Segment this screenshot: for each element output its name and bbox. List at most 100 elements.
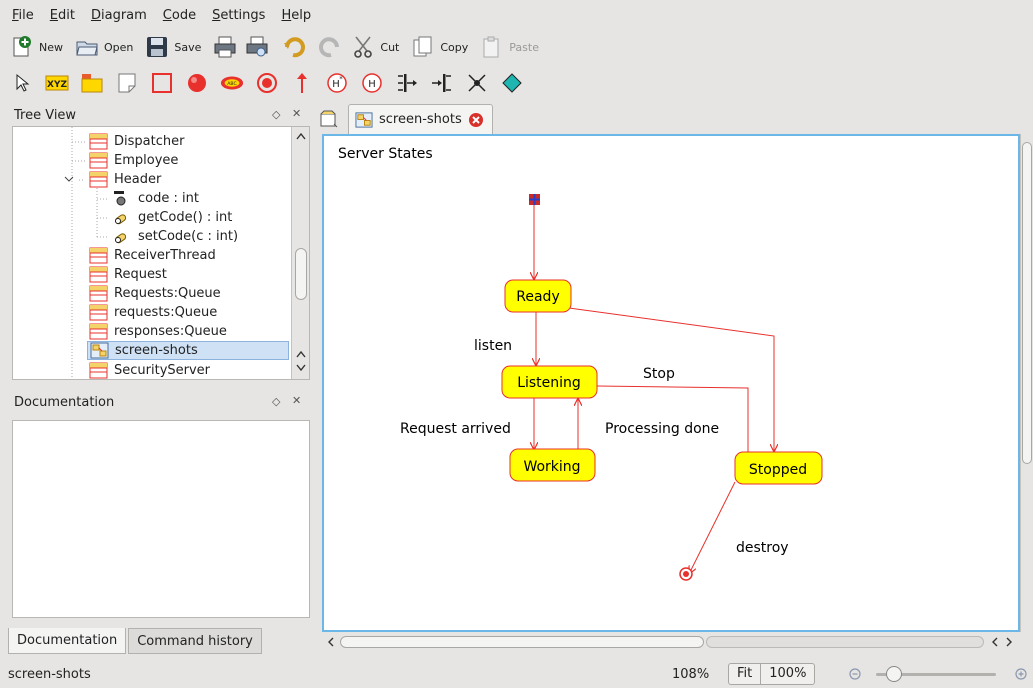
tab-documentation[interactable]: Documentation — [8, 628, 127, 654]
menu-edit[interactable]: Edit — [50, 8, 75, 23]
zoom-buttons: Fit 100% — [728, 663, 816, 685]
paste-icon — [483, 36, 499, 58]
shallow-history-icon[interactable]: H — [360, 71, 384, 95]
tree-view[interactable]: Dispatcher Employee Header code : int ge… — [12, 126, 310, 380]
choice-icon[interactable] — [500, 71, 524, 95]
tree-item[interactable]: getCode() : int — [113, 208, 232, 227]
state-working[interactable]: Working — [509, 448, 596, 482]
tree-item-label: Request — [114, 267, 167, 282]
state-ready[interactable]: Ready — [504, 279, 572, 313]
zoom-100-button[interactable]: 100% — [761, 664, 814, 684]
new-diagram-tab-icon[interactable] — [318, 108, 340, 130]
zoom-slider-handle[interactable] — [886, 666, 902, 682]
class-icon — [89, 171, 108, 188]
tree-item[interactable]: Header — [89, 170, 161, 189]
menu-diagram[interactable]: Diagram — [91, 8, 147, 23]
save-button[interactable]: Save — [145, 35, 201, 59]
canvas-hscroll-thumb[interactable] — [340, 636, 704, 648]
state-diagram: Server States Ready Listening Working St… — [338, 146, 823, 581]
tree-item[interactable]: code : int — [113, 189, 199, 208]
tree-item[interactable]: Requests:Queue — [89, 284, 221, 303]
tree-item[interactable]: Request — [89, 265, 167, 284]
tree-item-label: requests:Queue — [114, 305, 218, 320]
float-dock-icon[interactable]: ◇ — [272, 108, 280, 121]
transition-arrow-icon[interactable] — [290, 71, 314, 95]
open-button[interactable]: Open — [75, 35, 133, 59]
tree-item[interactable]: ReceiverThread — [89, 246, 216, 265]
tree-item[interactable]: setCode(c : int) — [113, 227, 238, 246]
transition-label-listen: listen — [474, 338, 512, 354]
note-icon[interactable] — [115, 71, 139, 95]
deep-history-icon[interactable]: H * — [325, 71, 349, 95]
close-tab-icon[interactable] — [468, 112, 484, 128]
menu-code[interactable]: Code — [163, 8, 196, 23]
activity-icon[interactable]: ABC — [220, 71, 244, 95]
initial-state-icon[interactable] — [185, 71, 209, 95]
junction-icon[interactable] — [465, 71, 489, 95]
close-dock-icon[interactable]: ✕ — [292, 394, 301, 407]
print-icon[interactable] — [213, 35, 237, 59]
scroll-left-icon[interactable] — [326, 637, 336, 647]
tab-command-history[interactable]: Command history — [128, 628, 262, 654]
tab-screen-shots[interactable]: screen-shots — [348, 104, 493, 134]
final-state[interactable] — [679, 567, 693, 581]
documentation-text-area[interactable] — [12, 420, 310, 618]
tree-item-label: getCode() : int — [138, 210, 233, 225]
zoom-fit-button[interactable]: Fit — [729, 664, 762, 684]
class-icon — [89, 285, 108, 302]
tree-item-label: Employee — [114, 153, 179, 168]
tree-item-label: screen-shots — [115, 343, 198, 358]
status-text: screen-shots — [8, 667, 91, 682]
cut-button[interactable]: Cut — [351, 35, 399, 59]
box-icon[interactable] — [150, 71, 174, 95]
redo-icon[interactable] — [317, 35, 341, 59]
class-icon — [89, 304, 108, 321]
state-label: Stopped — [749, 462, 807, 478]
canvas-vscroll-thumb[interactable] — [1022, 142, 1032, 464]
undo-icon[interactable] — [283, 35, 307, 59]
attribute-icon — [114, 191, 126, 206]
new-button[interactable]: New — [10, 35, 63, 59]
scroll-up-icon[interactable] — [295, 131, 307, 141]
menu-file[interactable]: File — [12, 8, 34, 23]
class-xyz-icon[interactable]: XYZ — [45, 71, 69, 95]
close-dock-icon[interactable]: ✕ — [292, 107, 301, 120]
final-state-icon[interactable] — [255, 71, 279, 95]
print-preview-icon[interactable] — [245, 35, 269, 59]
scroll-down-icon[interactable] — [295, 363, 307, 373]
float-dock-icon[interactable]: ◇ — [272, 395, 280, 408]
scroll-up-icon[interactable] — [295, 349, 307, 359]
tree-scroll-thumb[interactable] — [295, 248, 307, 300]
copy-label: Copy — [440, 40, 469, 54]
class-icon — [89, 362, 108, 379]
paste-label: Paste — [509, 40, 539, 54]
tree-item[interactable]: responses:Queue — [89, 322, 227, 341]
copy-button[interactable]: Copy — [411, 35, 468, 59]
operation-icon — [115, 233, 127, 244]
diagram-canvas[interactable]: Server States Ready Listening Working St… — [322, 134, 1020, 632]
canvas-horizontal-scrollbar[interactable] — [322, 632, 1020, 652]
state-listening[interactable]: Listening — [501, 365, 598, 399]
tree-item[interactable]: Employee — [89, 151, 178, 170]
scroll-right-icon[interactable] — [1004, 637, 1014, 647]
join-icon[interactable] — [430, 71, 454, 95]
state-stopped[interactable]: Stopped — [734, 451, 823, 485]
package-icon[interactable] — [80, 71, 104, 95]
zoom-out-icon[interactable] — [848, 667, 862, 681]
select-arrow-icon[interactable] — [10, 71, 34, 95]
canvas-vertical-scrollbar[interactable] — [1020, 134, 1033, 632]
open-folder-icon — [76, 41, 98, 56]
fork-icon[interactable] — [395, 71, 419, 95]
initial-state[interactable] — [529, 194, 540, 205]
tree-item[interactable]: Dispatcher — [89, 132, 184, 151]
tree-item[interactable]: SecurityServer — [89, 361, 210, 379]
open-label: Open — [104, 40, 134, 54]
menu-settings[interactable]: Settings — [212, 8, 265, 23]
scroll-left-icon[interactable] — [990, 637, 1000, 647]
paste-button[interactable]: Paste — [480, 35, 539, 59]
zoom-in-icon[interactable] — [1014, 667, 1028, 681]
tree-item[interactable]: requests:Queue — [89, 303, 217, 322]
tree-item-selected[interactable]: screen-shots — [87, 341, 289, 360]
tree-scrollbar[interactable] — [291, 127, 309, 379]
menu-help[interactable]: Help — [281, 8, 311, 23]
